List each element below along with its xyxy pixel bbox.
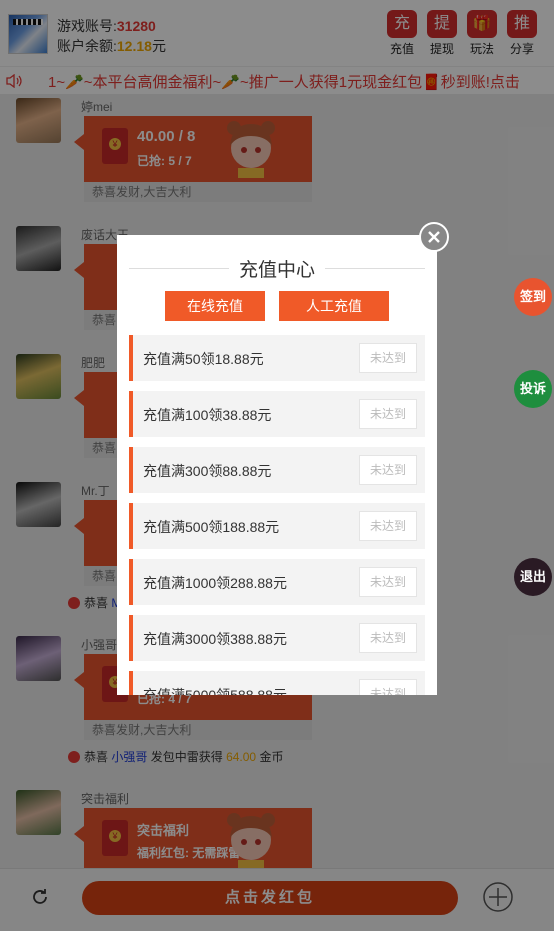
- reward-text: 充值满3000领388.88元: [143, 631, 287, 647]
- claim-button[interactable]: 未达到: [359, 623, 417, 653]
- online-recharge-button[interactable]: 在线充值: [165, 291, 265, 321]
- reward-text: 充值满500领188.88元: [143, 519, 280, 535]
- claim-button[interactable]: 未达到: [359, 679, 417, 695]
- close-icon: [428, 231, 440, 243]
- reward-row: 充值满500领188.88元 未达到: [129, 503, 425, 549]
- complaint-button[interactable]: 投诉: [514, 370, 552, 408]
- reward-row: 充值满50领18.88元 未达到: [129, 335, 425, 381]
- reward-row: 充值满1000领288.88元 未达到: [129, 559, 425, 605]
- reward-text: 充值满300领88.88元: [143, 463, 272, 479]
- title-divider-right: [325, 268, 425, 269]
- reward-row: 充值满300领88.88元 未达到: [129, 447, 425, 493]
- recharge-modal: 充值中心 在线充值 人工充值 充值满50领18.88元 未达到 充值满100领38…: [117, 235, 437, 695]
- manual-recharge-button[interactable]: 人工充值: [279, 291, 389, 321]
- claim-button[interactable]: 未达到: [359, 455, 417, 485]
- reward-text: 充值满5000领588.88元: [143, 687, 287, 695]
- checkin-button[interactable]: 签到: [514, 278, 552, 316]
- reward-row: 充值满5000领588.88元 未达到: [129, 671, 425, 695]
- claim-button[interactable]: 未达到: [359, 343, 417, 373]
- claim-button[interactable]: 未达到: [359, 399, 417, 429]
- reward-row: 充值满100领38.88元 未达到: [129, 391, 425, 437]
- claim-button[interactable]: 未达到: [359, 567, 417, 597]
- reward-text: 充值满1000领288.88元: [143, 575, 287, 591]
- close-button[interactable]: [419, 222, 449, 252]
- reward-row: 充值满3000领388.88元 未达到: [129, 615, 425, 661]
- claim-button[interactable]: 未达到: [359, 511, 417, 541]
- exit-button[interactable]: 退出: [514, 558, 552, 596]
- reward-text: 充值满50领18.88元: [143, 351, 264, 367]
- reward-text: 充值满100领38.88元: [143, 407, 272, 423]
